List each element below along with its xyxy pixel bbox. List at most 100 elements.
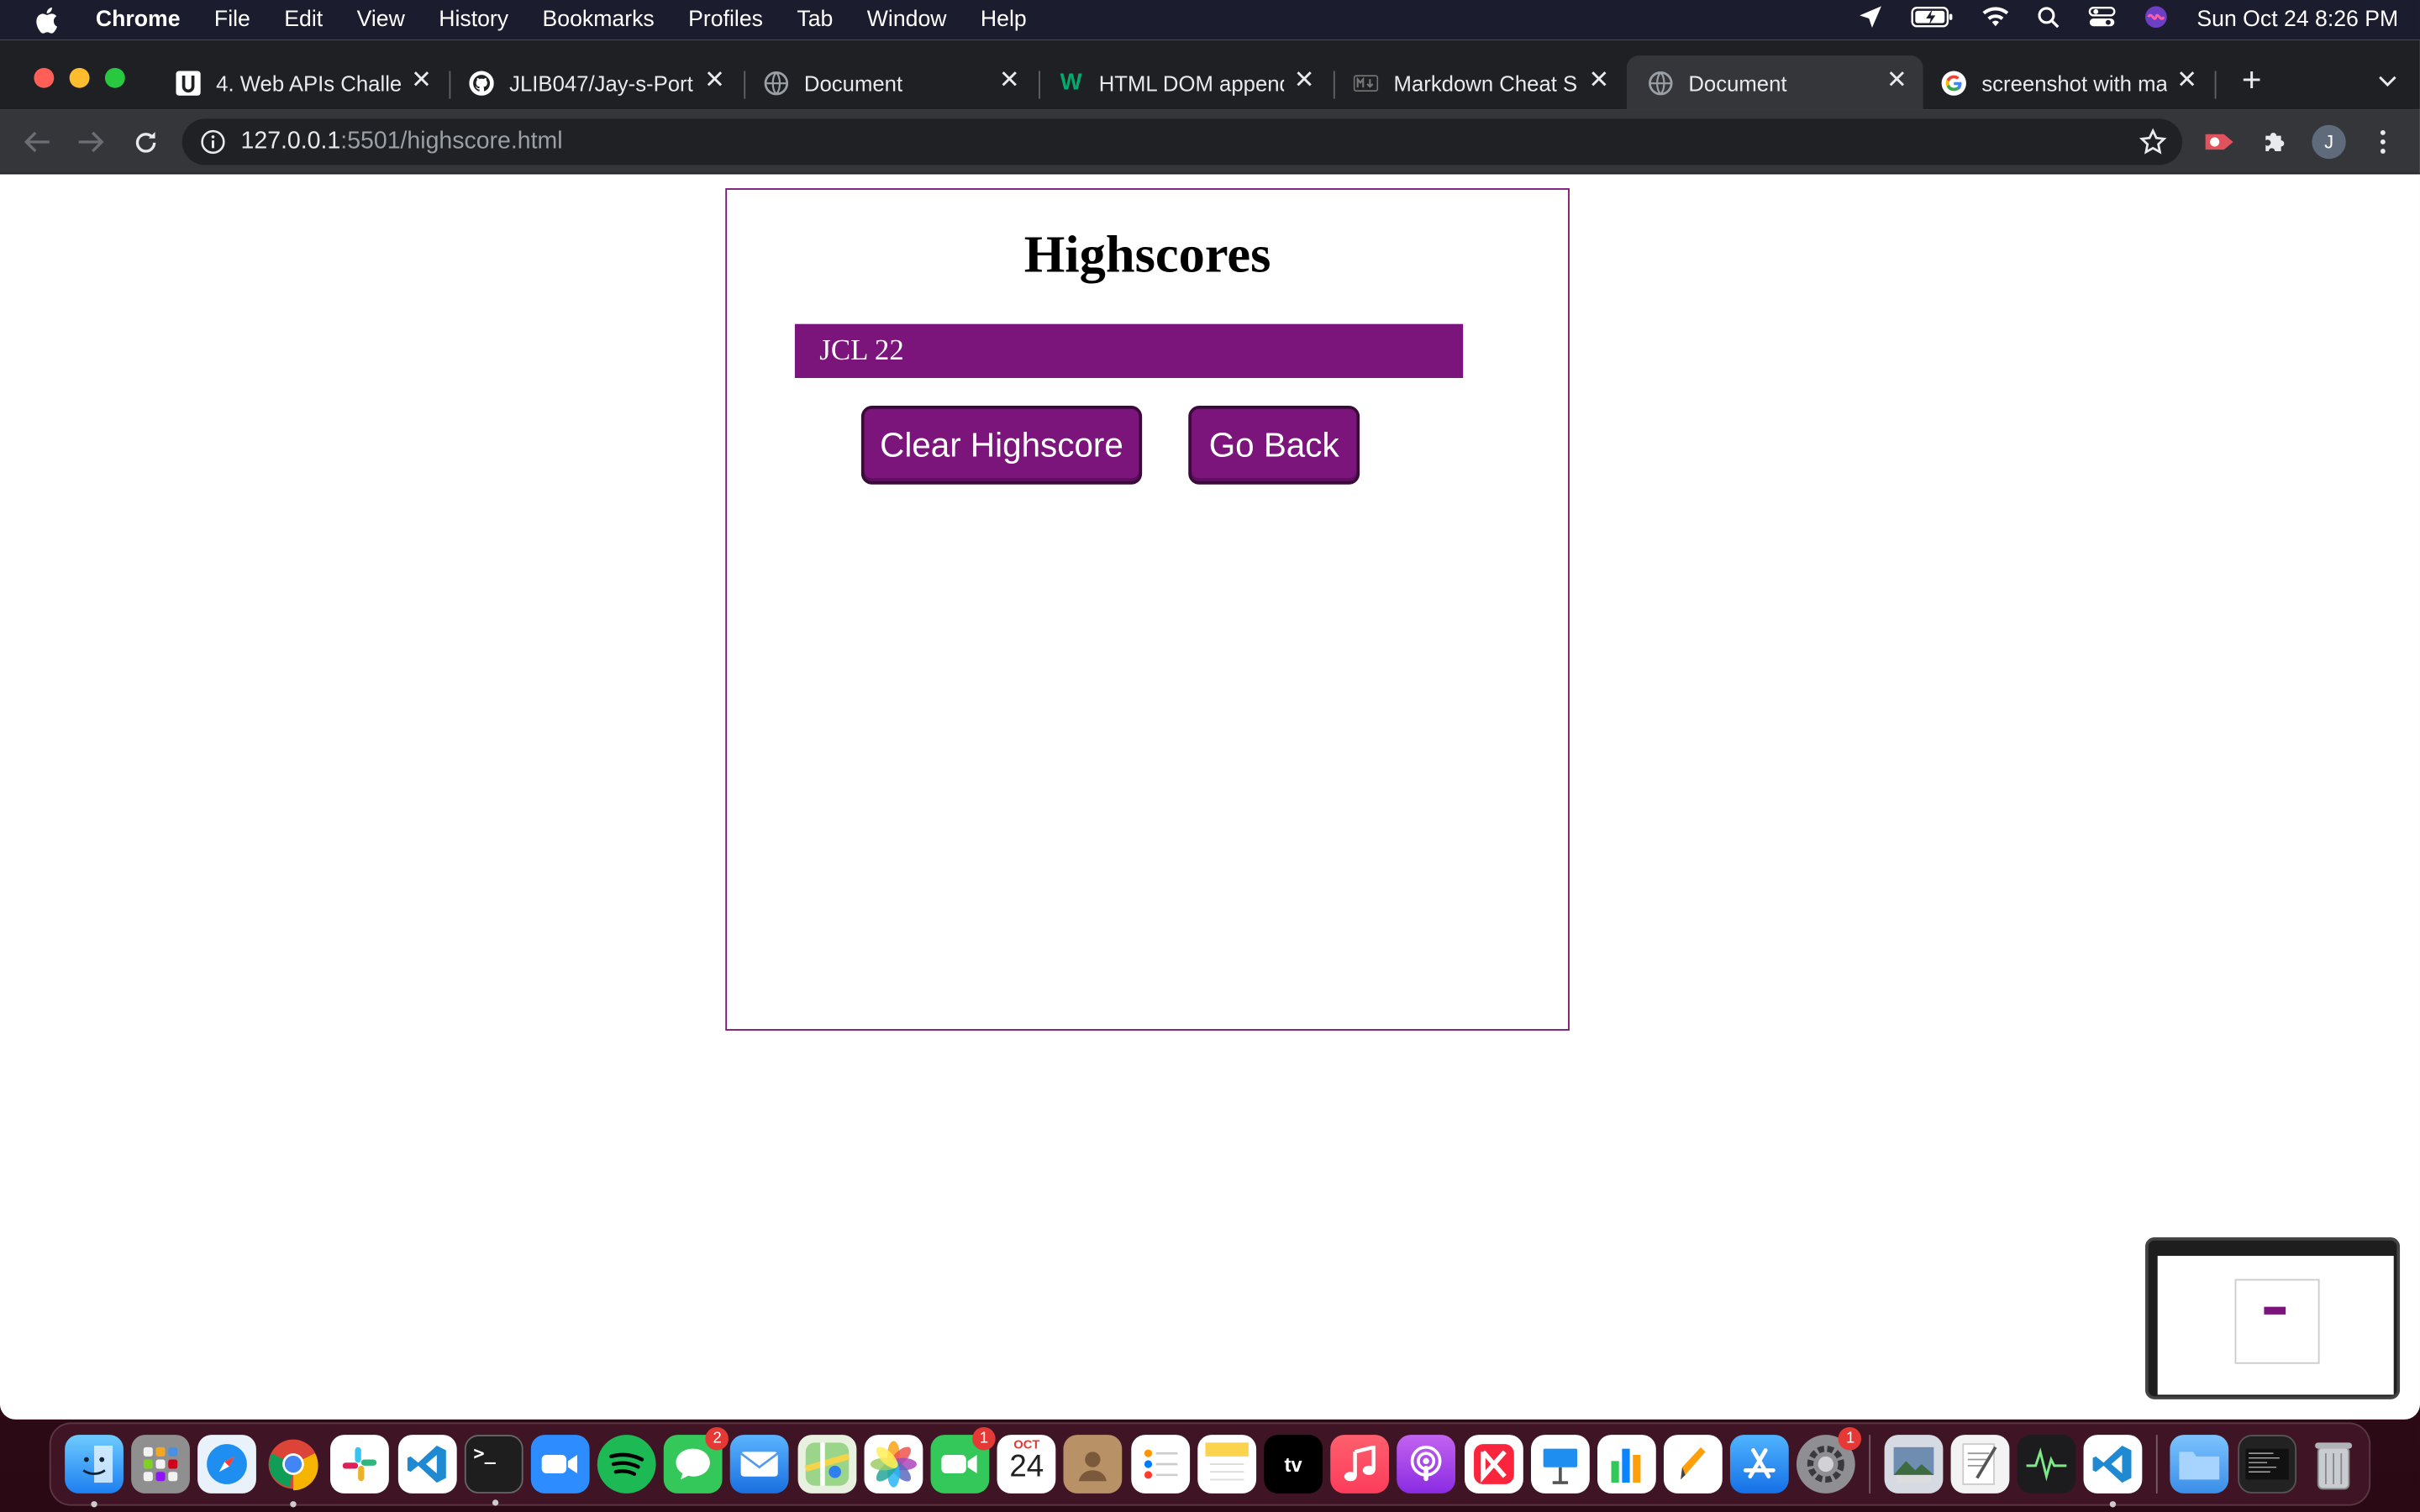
clear-highscore-button[interactable]: Clear Highscore [860, 406, 1143, 485]
pages-icon[interactable] [1664, 1435, 1723, 1494]
recent-screenshot-stack-icon[interactable] [2237, 1435, 2296, 1494]
menu-profiles[interactable]: Profiles [688, 8, 763, 32]
close-window-button[interactable] [34, 67, 55, 88]
maximize-window-button[interactable] [104, 67, 125, 88]
globe-icon [764, 71, 789, 95]
menu-file[interactable]: File [214, 8, 250, 32]
preview-icon[interactable] [1883, 1435, 1943, 1494]
notification-badge: 2 [705, 1426, 729, 1451]
menu-tab[interactable]: Tab [797, 8, 833, 32]
highscore-entry: JCL 22 [794, 323, 1464, 378]
screenshot-thumbnail-preview[interactable] [2145, 1237, 2401, 1399]
textedit-icon[interactable] [1950, 1435, 2010, 1494]
tab-document-active[interactable]: Document ✕ [1626, 55, 1923, 110]
numbers-icon[interactable] [1597, 1435, 1656, 1494]
news-icon[interactable] [1464, 1435, 1523, 1494]
reminders-icon[interactable] [1130, 1435, 1190, 1494]
running-indicator [2110, 1501, 2117, 1508]
site-info-icon[interactable] [201, 129, 225, 155]
calendar-icon[interactable]: OCT 24 [997, 1435, 1056, 1494]
extensions-puzzle-icon[interactable] [2256, 123, 2293, 160]
tab-title: Document [803, 70, 903, 95]
minimize-window-button[interactable] [69, 67, 90, 88]
siri-icon[interactable] [2144, 5, 2169, 36]
back-arrow-icon[interactable] [18, 123, 55, 160]
slack-icon[interactable] [330, 1435, 390, 1494]
menu-app-name[interactable]: Chrome [96, 8, 181, 32]
chrome-icon[interactable] [264, 1435, 323, 1508]
tab-github-portfolio[interactable]: JLIB047/Jay-s-Port ✕ [448, 55, 741, 109]
tab-document[interactable]: Document ✕ [742, 55, 1035, 109]
messages-icon[interactable]: 2 [664, 1426, 729, 1494]
reload-icon[interactable] [127, 123, 164, 160]
tab-title: Markdown Cheat Sh [1393, 70, 1579, 95]
close-tab-icon[interactable]: ✕ [1290, 68, 1318, 96]
finder-icon[interactable] [64, 1435, 124, 1508]
trash-icon[interactable] [2304, 1435, 2363, 1494]
notification-badge: 1 [972, 1426, 996, 1451]
close-tab-icon[interactable]: ✕ [1585, 68, 1612, 96]
close-tab-icon[interactable]: ✕ [701, 68, 729, 96]
photos-icon[interactable] [864, 1435, 923, 1494]
tab-web-apis-challenge[interactable]: 4. Web APIs Challe ✕ [155, 55, 448, 109]
chrome-menu-icon[interactable] [2365, 123, 2402, 160]
app-store-icon[interactable] [1730, 1435, 1790, 1494]
maps-icon[interactable] [797, 1435, 856, 1494]
downloads-folder-icon[interactable] [2170, 1435, 2229, 1494]
menu-history[interactable]: History [439, 8, 508, 32]
close-tab-icon[interactable]: ✕ [2173, 68, 2201, 96]
music-icon[interactable] [1330, 1435, 1390, 1494]
control-center-icon[interactable] [2089, 6, 2117, 34]
menu-edit[interactable]: Edit [284, 8, 323, 32]
vscode-icon[interactable] [2083, 1435, 2143, 1508]
battery-icon[interactable] [1912, 6, 1954, 34]
spotlight-search-icon[interactable] [2038, 5, 2061, 34]
close-tab-icon[interactable]: ✕ [996, 68, 1023, 96]
go-back-button[interactable]: Go Back [1188, 406, 1360, 485]
vscode-icon[interactable] [397, 1435, 456, 1494]
system-preferences-icon[interactable]: 1 [1797, 1426, 1862, 1494]
launchpad-icon[interactable] [130, 1435, 190, 1494]
wifi-icon[interactable] [1982, 6, 2010, 34]
contacts-icon[interactable] [1064, 1435, 1123, 1494]
close-tab-icon[interactable]: ✕ [1883, 68, 1911, 96]
running-indicator [90, 1501, 97, 1508]
spotify-icon[interactable] [597, 1435, 656, 1494]
apple-icon[interactable] [34, 6, 61, 34]
safari-icon[interactable] [197, 1435, 256, 1494]
new-tab-button[interactable]: + [2233, 61, 2270, 98]
terminal-icon[interactable]: >_ [464, 1435, 523, 1506]
tab-title: JLIB047/Jay-s-Port [509, 70, 693, 95]
menu-bookmarks[interactable]: Bookmarks [543, 8, 655, 32]
forward-arrow-icon[interactable] [72, 123, 109, 160]
menu-window[interactable]: Window [867, 8, 947, 32]
screen-recorder-extension-icon[interactable] [2201, 123, 2238, 160]
tab-title: HTML DOM append [1098, 70, 1285, 95]
zoom-icon[interactable] [530, 1435, 590, 1494]
tab-markdown-cheat-sheet[interactable]: Markdown Cheat Sh ✕ [1332, 55, 1625, 109]
facetime-icon[interactable]: 1 [930, 1426, 996, 1494]
tab-google-search[interactable]: screenshot with ma ✕ [1920, 55, 2213, 109]
location-icon[interactable] [1859, 5, 1883, 36]
github-icon [469, 70, 494, 95]
address-bar[interactable]: 127.0.0.1:5501/highscore.html [182, 118, 2183, 165]
mail-icon[interactable] [730, 1435, 790, 1494]
profile-avatar[interactable]: J [2311, 123, 2348, 160]
keynote-icon[interactable] [1530, 1435, 1590, 1494]
menu-help[interactable]: Help [981, 8, 1027, 32]
tab-html-dom-append[interactable]: W HTML DOM append ✕ [1037, 55, 1330, 109]
thumbnail-button [2264, 1306, 2286, 1315]
menu-bar-clock[interactable]: Sun Oct 24 8:26 PM [2196, 8, 2398, 32]
menu-view[interactable]: View [357, 8, 405, 32]
podcasts-icon[interactable] [1397, 1435, 1456, 1494]
browser-window: 4. Web APIs Challe ✕ JLIB047/Jay-s-Port … [0, 39, 2420, 1420]
page-viewport: Highscores JCL 22 Clear Highscore Go Bac… [0, 174, 2420, 1420]
tab-search-chevron-icon[interactable] [2377, 68, 2399, 96]
url-path: :5501/highscore.html [340, 128, 563, 155]
apple-tv-icon[interactable]: tv [1264, 1435, 1323, 1494]
bookmark-star-icon[interactable] [2139, 128, 2167, 163]
activity-monitor-icon[interactable] [2017, 1435, 2076, 1494]
notes-icon[interactable] [1197, 1435, 1256, 1494]
close-tab-icon[interactable]: ✕ [408, 68, 435, 96]
globe-icon [1649, 71, 1673, 95]
